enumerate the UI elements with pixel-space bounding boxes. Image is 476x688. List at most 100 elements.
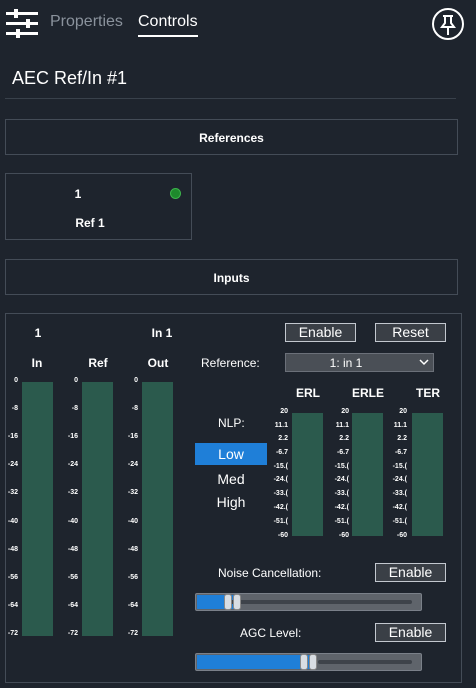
slider-thumb[interactable] [300, 654, 308, 670]
slider-thumb[interactable] [224, 594, 232, 610]
channel-name: In 1 [151, 326, 173, 340]
noise-cancellation-label: Noise Cancellation: [218, 566, 322, 580]
ref-number: 1 [74, 187, 82, 201]
scale-tick: -48 [127, 546, 138, 553]
scale-tick: -40 [127, 518, 138, 525]
agc-slider-fill [197, 655, 313, 669]
scale-tick: -56 [7, 574, 18, 581]
scale-tick: -24 [67, 461, 78, 468]
scale-tick: -6.7 [394, 449, 407, 456]
enable-button[interactable]: Enable [285, 323, 356, 342]
pin-icon[interactable] [432, 8, 464, 40]
scale-tick: -32 [67, 489, 78, 496]
scale-tick: -24 [7, 461, 18, 468]
scale-tick: -48 [67, 546, 78, 553]
meter-erle [352, 413, 383, 536]
nlp-label: NLP: [218, 416, 245, 430]
meter-label-ter: TER [416, 386, 440, 400]
tab-bar: Properties Controls [0, 0, 476, 48]
noise-cancellation-slider[interactable] [195, 593, 422, 611]
meter-label-erl: ERL [296, 386, 320, 400]
scale-tick: -51.( [334, 518, 349, 525]
noise-cancellation-enable-button[interactable]: Enable [375, 563, 446, 582]
scale-tick: -56 [67, 574, 78, 581]
chevron-down-icon [419, 359, 429, 366]
scale-tick: -60 [277, 532, 288, 539]
scale-tick: 11.1 [393, 422, 407, 429]
agc-slider[interactable] [195, 653, 422, 671]
reference-label: Reference: [201, 356, 260, 370]
agc-label: AGC Level: [240, 626, 302, 640]
scale-tick: -64 [67, 602, 78, 609]
scale-tick: -15.( [334, 463, 349, 470]
scale-tick: -33.( [392, 490, 407, 497]
reference-card[interactable]: 1 Ref 1 [5, 173, 192, 240]
meter-label-erle: ERLE [351, 386, 384, 400]
scale-tick: -40 [67, 518, 78, 525]
tab-controls[interactable]: Controls [138, 13, 198, 31]
meter-label-in: In [31, 356, 43, 370]
meter-erl [292, 413, 323, 536]
inputs-header[interactable]: Inputs [5, 259, 458, 295]
scale-tick: -64 [127, 602, 138, 609]
scale-tick: 20 [399, 408, 407, 415]
reference-select[interactable]: 1: in 1 [285, 353, 434, 372]
scale-tick: -8 [11, 405, 18, 412]
scale-tick: -72 [67, 630, 78, 637]
agc-enable-button[interactable]: Enable [375, 623, 446, 642]
scale-tick: -24 [127, 461, 138, 468]
scale-tick: 2.2 [397, 435, 407, 442]
scale-tick: -16 [67, 433, 78, 440]
scale-tick: 0 [134, 377, 138, 384]
scale-tick: 20 [341, 408, 349, 415]
meter-out [142, 382, 173, 636]
tab-properties[interactable]: Properties [50, 13, 123, 31]
scale-tick: -24.( [273, 476, 288, 483]
sliders-icon[interactable] [6, 9, 38, 39]
scale-tick: -42.( [334, 504, 349, 511]
scale-tick: -60 [396, 532, 407, 539]
scale-tick: -72 [127, 630, 138, 637]
reference-value: 1: in 1 [329, 356, 363, 370]
scale-tick: 20 [280, 408, 288, 415]
slider-thumb[interactable] [309, 654, 317, 670]
scale-tick: -8 [71, 405, 78, 412]
reset-button[interactable]: Reset [375, 323, 446, 342]
scale-tick: -6.7 [275, 449, 288, 456]
scale-tick: -56 [127, 574, 138, 581]
scale-tick: -15.( [273, 463, 288, 470]
scale-tick: -32 [7, 489, 18, 496]
slider-groove [318, 660, 412, 664]
scale-tick: -24.( [392, 476, 407, 483]
scale-tick: -64 [7, 602, 18, 609]
nlp-option-high[interactable]: High [195, 491, 267, 513]
divider [5, 98, 456, 99]
scale-tick: -24.( [334, 476, 349, 483]
scale-tick: -8 [131, 405, 138, 412]
scale-tick: -51.( [392, 518, 407, 525]
nlp-option-med[interactable]: Med [195, 468, 267, 490]
meter-label-out: Out [147, 356, 169, 370]
scale-tick: -33.( [273, 490, 288, 497]
scale-tick: 2.2 [278, 435, 288, 442]
scale-tick: -60 [338, 532, 349, 539]
slider-groove [230, 600, 412, 604]
scale-tick: 11.1 [335, 422, 349, 429]
slider-thumb[interactable] [233, 594, 241, 610]
scale-tick: 0 [14, 377, 18, 384]
references-header[interactable]: References [5, 119, 458, 155]
status-led [170, 188, 181, 199]
active-tab-underline [138, 35, 198, 37]
scale-tick: -51.( [273, 518, 288, 525]
scale-tick: -48 [7, 546, 18, 553]
nlp-option-low[interactable]: Low [195, 443, 267, 465]
scale-tick: -32 [127, 489, 138, 496]
scale-tick: -42.( [273, 504, 288, 511]
meter-ter [412, 413, 443, 536]
scale-tick: -15.( [392, 463, 407, 470]
channel-number: 1 [34, 326, 42, 340]
ref-name: Ref 1 [75, 216, 105, 230]
scale-tick: -33.( [334, 490, 349, 497]
scale-tick: 0 [74, 377, 78, 384]
scale-tick: 11.1 [274, 422, 288, 429]
